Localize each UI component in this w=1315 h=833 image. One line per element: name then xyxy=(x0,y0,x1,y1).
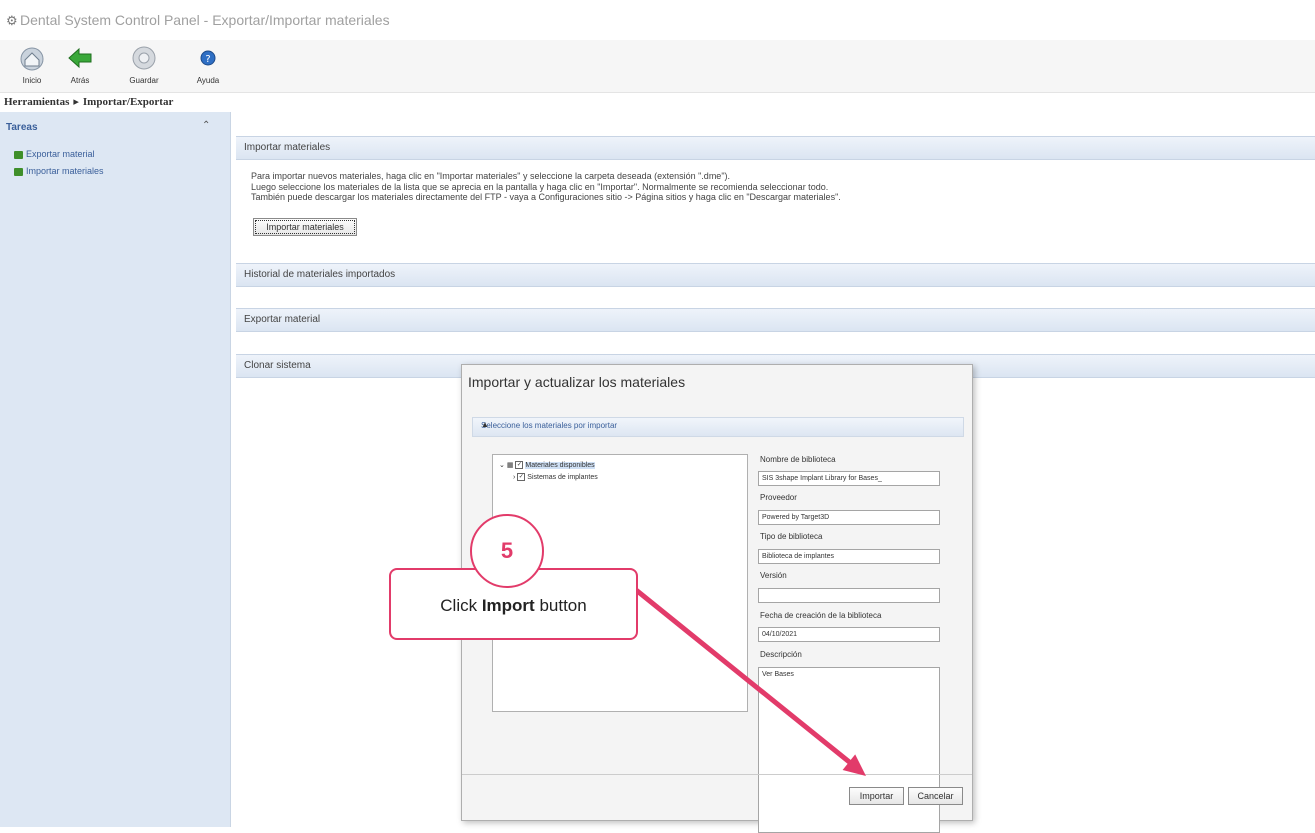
section-import-title: Importar materiales xyxy=(244,142,331,153)
implant-systems-checkbox[interactable]: ✓ xyxy=(517,473,526,481)
breadcrumb-root[interactable]: Herramientas xyxy=(4,96,69,108)
root-checkbox[interactable]: ✓ xyxy=(515,461,524,470)
dialog-footer-divider xyxy=(462,774,972,775)
tree-node-implant-systems[interactable]: › ✓ Sistemas de implantes xyxy=(513,473,598,481)
home-button[interactable]: Inicio xyxy=(10,44,54,90)
import-info: Para importar nuevos materiales, haga cl… xyxy=(251,171,841,203)
help-icon: ? xyxy=(200,50,216,66)
section-history-title: Historial de materiales importados xyxy=(244,269,396,280)
creation-date-label: Fecha de creación de la biblioteca xyxy=(760,611,882,620)
callout-bold: Import xyxy=(481,596,535,615)
description-label: Descripción xyxy=(760,650,802,659)
home-icon xyxy=(20,47,44,71)
library-type-label: Tipo de biblioteca xyxy=(760,532,823,541)
section-import-materials[interactable]: Importar materiales xyxy=(236,136,1315,160)
tree-root-label: Materiales disponibles xyxy=(525,462,595,469)
import-info-line2: Luego seleccione los materiales de la li… xyxy=(251,181,829,192)
import-button[interactable]: Importar xyxy=(849,787,904,805)
back-label: Atrás xyxy=(70,76,90,85)
creation-date-field[interactable]: 04/10/2021 xyxy=(758,627,940,642)
version-field[interactable] xyxy=(758,588,940,603)
callout-suffix: button xyxy=(534,596,587,615)
section-import-history[interactable]: Historial de materiales importados xyxy=(236,263,1315,287)
window-titlebar: ⚙ Dental System Control Panel - Exportar… xyxy=(0,0,1315,40)
section-clone-title: Clonar sistema xyxy=(244,360,311,371)
version-label: Versión xyxy=(760,571,787,580)
expand-icon[interactable]: ⌄ xyxy=(499,462,505,469)
tree-node-root[interactable]: ⌄ ▦ ✓ Materiales disponibles xyxy=(499,461,595,470)
import-icon xyxy=(14,167,23,176)
save-button[interactable]: Guardar xyxy=(122,44,166,90)
collapse-icon[interactable]: ⌃ xyxy=(202,120,210,131)
chevron-right-icon[interactable]: › xyxy=(513,474,515,481)
section-export-title: Exportar material xyxy=(244,314,321,325)
save-icon xyxy=(132,46,156,70)
import-info-line1: Para importar nuevos materiales, haga cl… xyxy=(251,171,731,181)
library-name-label: Nombre de biblioteca xyxy=(760,455,836,464)
help-label: Ayuda xyxy=(196,76,220,85)
provider-field[interactable]: Powered by Target3D xyxy=(758,510,940,525)
save-label: Guardar xyxy=(129,76,159,85)
home-label: Inicio xyxy=(22,76,42,85)
dialog-title: Importar y actualizar los materiales xyxy=(468,374,686,390)
export-icon xyxy=(14,150,23,159)
callout-prefix: Click xyxy=(440,596,482,615)
step-badge: 5 xyxy=(470,514,544,588)
cancel-button[interactable]: Cancelar xyxy=(908,787,963,805)
provider-label: Proveedor xyxy=(760,493,797,502)
collapse-up-icon[interactable]: ▲ xyxy=(481,420,957,429)
breadcrumb-current: Importar/Exportar xyxy=(82,96,174,108)
dialog-section-header[interactable]: Seleccione los materiales por importar ▲ xyxy=(472,417,964,437)
tasks-pane: Tareas ⌃ Exportar material Importar mate… xyxy=(0,112,231,827)
description-field[interactable]: Ver Bases xyxy=(758,667,940,833)
task-export-label: Exportar material xyxy=(26,149,95,159)
breadcrumb: Herramientas ▸ Importar/Exportar xyxy=(4,95,173,108)
task-export-material[interactable]: Exportar material xyxy=(14,149,95,159)
section-export-material[interactable]: Exportar material xyxy=(236,308,1315,332)
toolbar: Inicio Atrás Guardar ? Ayuda xyxy=(0,40,1315,93)
svg-text:?: ? xyxy=(205,54,210,65)
window-title: Dental System Control Panel - Exportar/I… xyxy=(20,12,390,28)
import-info-line3: También puede descargar los materiales d… xyxy=(251,192,841,202)
breadcrumb-separator: ▸ xyxy=(73,96,79,108)
gear-icon: ⚙ xyxy=(6,13,18,28)
library-type-field[interactable]: Biblioteca de implantes xyxy=(758,549,940,564)
task-import-materials[interactable]: Importar materiales xyxy=(14,166,104,176)
library-name-field[interactable]: SIS 3shape Implant Library for Bases_ xyxy=(758,471,940,486)
help-button[interactable]: ? Ayuda xyxy=(186,44,230,90)
back-button[interactable]: Atrás xyxy=(58,44,102,90)
folder-icon: ▦ xyxy=(506,462,514,469)
callout-text: Click Import button xyxy=(391,596,636,616)
step-number: 5 xyxy=(500,538,514,563)
task-import-label: Importar materiales xyxy=(26,166,104,176)
tree-child-label: Sistemas de implantes xyxy=(527,473,598,481)
back-arrow-icon xyxy=(68,47,92,69)
tasks-header: Tareas xyxy=(6,122,38,133)
import-materials-button[interactable]: Importar materiales xyxy=(253,218,357,236)
